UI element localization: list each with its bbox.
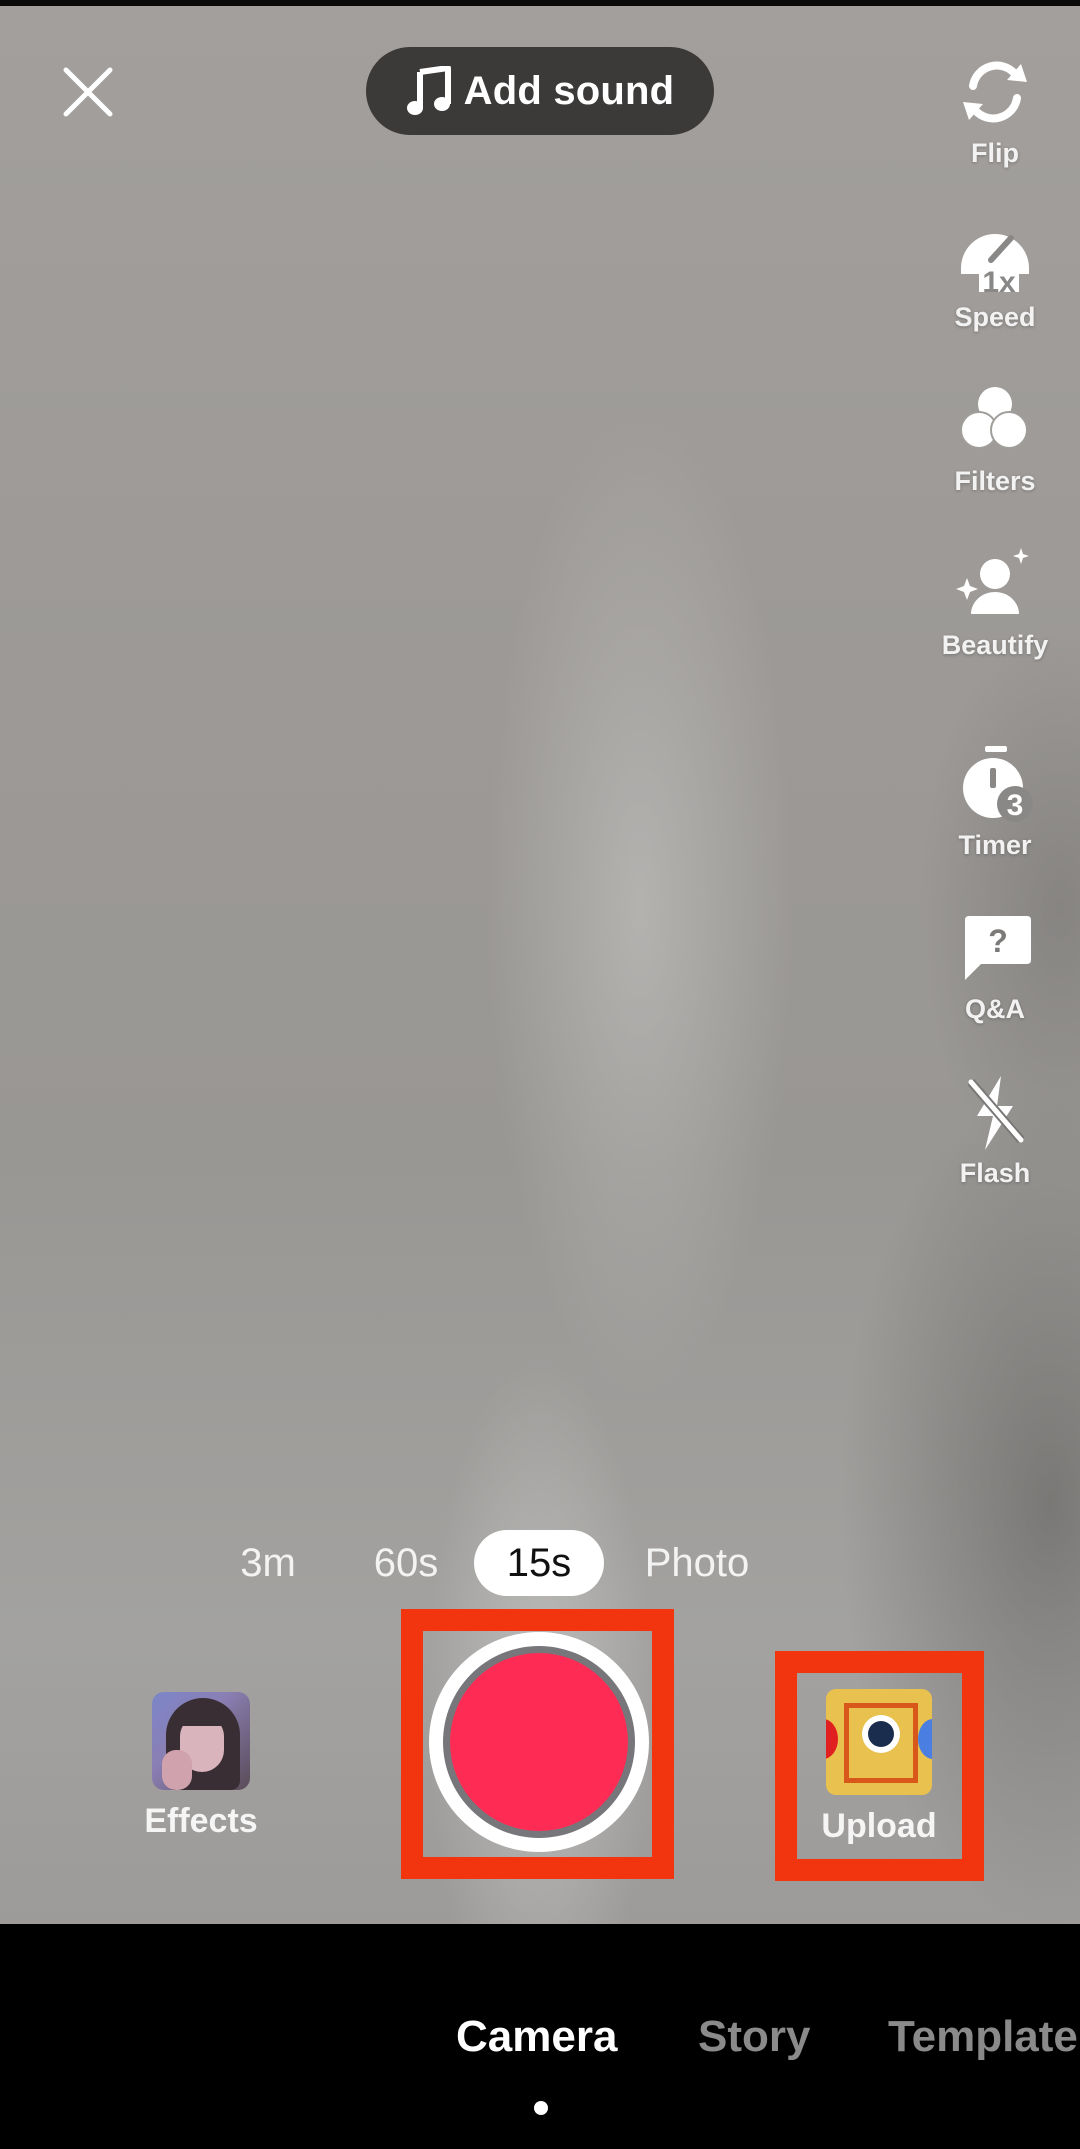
record-dot [450,1653,628,1831]
close-button[interactable] [58,62,118,122]
beautify-button[interactable]: Beautify [930,542,1060,662]
speed-badge: 1x [982,266,1016,296]
mode-3m[interactable]: 3m [228,1530,308,1596]
qa-button[interactable]: ? Q&A [930,906,1060,1026]
tab-template[interactable]: Template [888,2012,1078,2062]
tab-story[interactable]: Story [698,2012,810,2062]
filters-icon [960,387,1028,449]
qa-badge: ? [988,923,1008,959]
mode-60s[interactable]: 60s [356,1530,456,1596]
upload-button[interactable]: Upload [800,1689,958,1846]
effects-label: Effects [144,1802,258,1840]
bottom-mode-tabs: Camera Story Template [0,1924,1080,2149]
speed-label: Speed [954,302,1036,332]
music-note-icon [406,66,451,115]
qa-label: Q&A [965,994,1025,1024]
mode-photo[interactable]: Photo [630,1530,764,1596]
mode-15s[interactable]: 15s [474,1530,604,1596]
effects-button[interactable]: Effects [138,1692,264,1841]
effects-thumbnail [152,1692,250,1790]
close-icon [63,67,113,117]
upload-label: Upload [821,1807,937,1845]
qa-bubble-icon: ? [965,916,1031,980]
upload-thumbnail [826,1689,932,1795]
record-button[interactable] [429,1632,649,1852]
duration-mode-selector: 3m 60s 15s Photo [0,1530,1080,1600]
timer-badge: 3 [1007,789,1024,822]
timer-icon: 3 [963,746,1033,822]
active-tab-indicator [534,2101,548,2115]
beautify-icon [956,548,1029,614]
flip-button[interactable]: Flip [930,50,1060,170]
beautify-label: Beautify [941,630,1049,660]
add-sound-label: Add sound [463,68,675,113]
tab-camera[interactable]: Camera [456,2012,617,2062]
flash-button[interactable]: Flash [930,1070,1060,1190]
speed-gauge-icon: 1x [961,234,1029,296]
timer-button[interactable]: 3 Timer [930,742,1060,862]
add-sound-button[interactable]: Add sound [366,47,714,135]
filters-button[interactable]: Filters [930,378,1060,498]
flash-off-icon [967,1076,1025,1150]
flash-label: Flash [959,1158,1031,1188]
flip-label: Flip [971,138,1019,168]
timer-label: Timer [958,830,1032,860]
camera-viewfinder[interactable]: Add sound Flip 1x Speed Filters Beautify… [0,6,1080,1924]
speed-button[interactable]: 1x Speed [930,214,1060,334]
flip-camera-icon [963,61,1027,123]
filters-label: Filters [954,466,1036,496]
